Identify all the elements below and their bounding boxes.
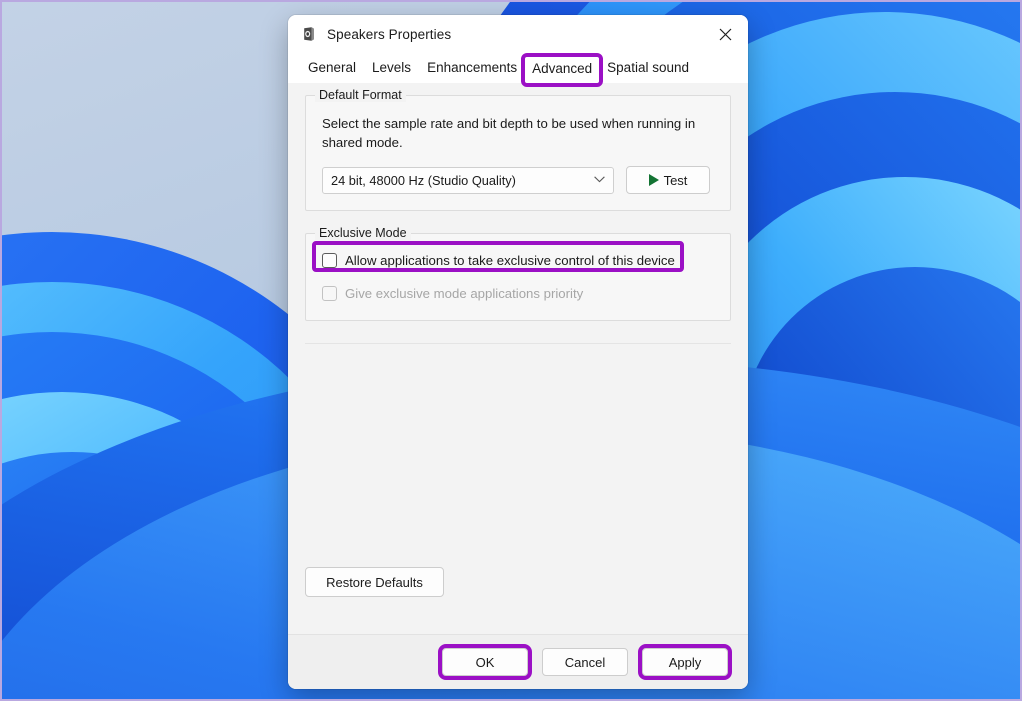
ok-button-label: OK (475, 654, 495, 670)
cancel-button-label: Cancel (564, 654, 606, 670)
checkbox-exclusive-priority-label: Give exclusive mode applications priorit… (345, 285, 584, 301)
test-button[interactable]: Test (626, 166, 710, 194)
tab-enhancements-label: Enhancements (427, 60, 518, 75)
ok-button[interactable]: OK (438, 644, 532, 680)
default-format-legend: Default Format (315, 88, 406, 102)
apply-button[interactable]: Apply (638, 644, 732, 680)
checkbox-allow-exclusive[interactable] (322, 252, 337, 268)
restore-defaults-label: Restore Defaults (326, 574, 423, 590)
tab-spatial-sound[interactable]: Spatial sound (599, 57, 697, 83)
exclusive-mode-group: Exclusive Mode Allow applications to tak… (305, 226, 731, 321)
play-icon (648, 174, 659, 186)
tab-general-label: General (308, 60, 357, 75)
content-divider (305, 343, 731, 344)
default-format-row: 24 bit, 48000 Hz (Studio Quality) Test (322, 166, 714, 194)
tab-spatial-sound-label: Spatial sound (607, 60, 689, 75)
tab-enhancements[interactable]: Enhancements (419, 57, 525, 83)
checkbox-allow-exclusive-label: Allow applications to take exclusive con… (345, 252, 675, 268)
dialog-footer: OK Cancel Apply (288, 634, 748, 689)
speakers-properties-dialog: Speakers Properties General Levels Enhan… (288, 15, 748, 689)
cancel-button[interactable]: Cancel (542, 648, 628, 676)
screen: Speakers Properties General Levels Enhan… (0, 0, 1022, 701)
tab-advanced-label: Advanced (532, 61, 593, 76)
dialog-title: Speakers Properties (327, 26, 452, 42)
restore-defaults-button[interactable]: Restore Defaults (305, 567, 444, 597)
dialog-titlebar: Speakers Properties (288, 15, 748, 53)
tab-advanced[interactable]: Advanced (521, 53, 604, 87)
checkbox-exclusive-priority (322, 285, 337, 301)
test-button-label: Test (663, 172, 688, 188)
tab-panel-advanced: Default Format Select the sample rate an… (288, 83, 748, 634)
speaker-icon (301, 26, 317, 42)
tab-levels-label: Levels (372, 60, 412, 75)
default-format-group: Default Format Select the sample rate an… (305, 88, 731, 211)
tab-levels[interactable]: Levels (364, 57, 419, 83)
close-icon[interactable] (702, 15, 748, 53)
default-format-description: Select the sample rate and bit depth to … (322, 116, 696, 150)
sample-rate-value: 24 bit, 48000 Hz (Studio Quality) (331, 172, 516, 188)
restore-defaults-wrap: Restore Defaults (305, 567, 444, 597)
dialog-tabstrip: General Levels Enhancements Advanced Spa… (288, 53, 748, 87)
checkbox-row-priority: Give exclusive mode applications priorit… (322, 282, 714, 304)
checkbox-row-allow-exclusive[interactable]: Allow applications to take exclusive con… (322, 249, 714, 271)
sample-rate-dropdown[interactable]: 24 bit, 48000 Hz (Studio Quality) (322, 166, 614, 194)
tab-general[interactable]: General (300, 57, 364, 83)
chevron-down-icon (594, 175, 605, 186)
apply-button-label: Apply (668, 654, 702, 670)
